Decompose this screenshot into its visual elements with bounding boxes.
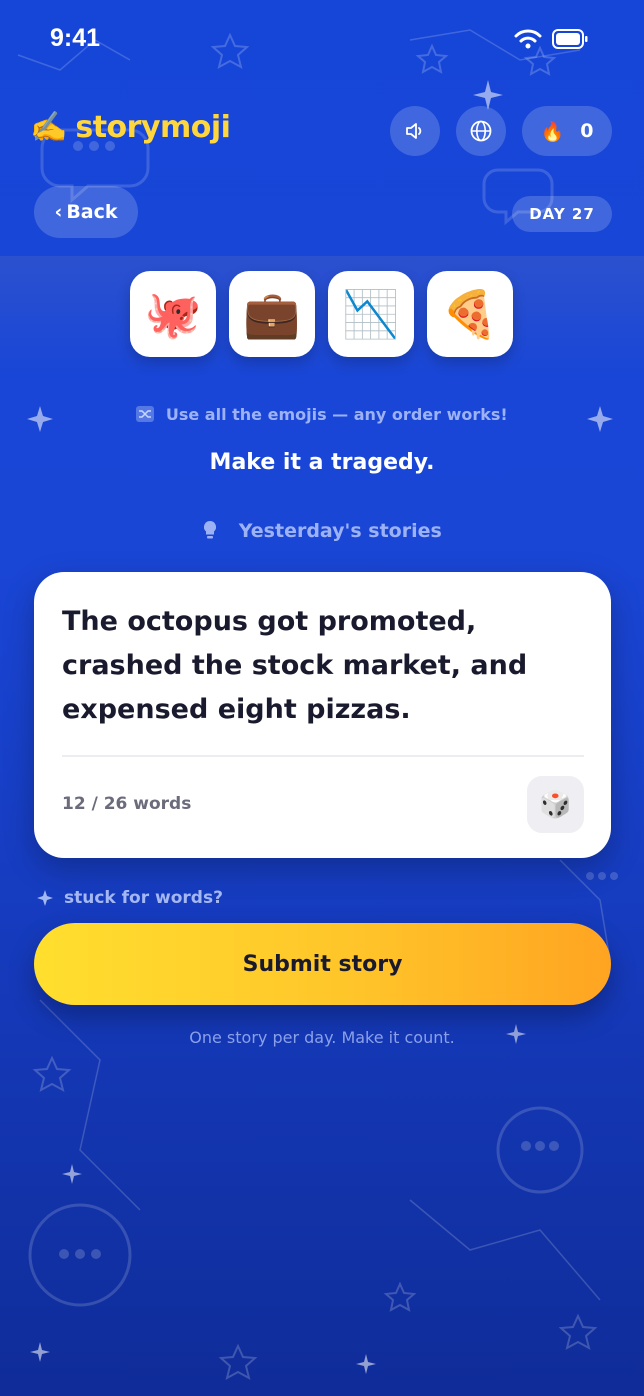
back-button[interactable]: ‹ Back bbox=[34, 186, 138, 238]
lightbulb-icon bbox=[204, 520, 217, 539]
sound-button[interactable] bbox=[390, 106, 440, 156]
back-label: Back bbox=[66, 201, 118, 223]
random-dice-button[interactable]: 🎲 bbox=[527, 776, 584, 833]
yesterday-stories-link[interactable]: Yesterday's stories bbox=[0, 520, 644, 542]
battery-icon bbox=[552, 29, 588, 49]
stuck-label: stuck for words? bbox=[64, 888, 223, 908]
emoji-tile-pizza: 🍕 bbox=[427, 271, 513, 357]
sub-header: ‹ Back DAY 27 bbox=[0, 186, 644, 242]
wifi-icon bbox=[514, 29, 542, 49]
speaker-icon bbox=[406, 123, 422, 139]
story-card: The octopus got promoted, crashed the st… bbox=[34, 572, 611, 858]
story-input[interactable]: The octopus got promoted, crashed the st… bbox=[62, 600, 582, 732]
story-prompt: Make it a tragedy. bbox=[209, 450, 435, 475]
card-divider bbox=[62, 755, 584, 757]
submit-story-button[interactable]: Submit story bbox=[34, 923, 611, 1005]
dice-icon: 🎲 bbox=[539, 789, 572, 820]
chevron-left-icon: ‹ bbox=[54, 201, 63, 223]
word-count: 12 / 26 words bbox=[62, 794, 192, 814]
status-icons bbox=[514, 28, 588, 50]
hint-row: Use all the emojis — any order works! bbox=[0, 405, 644, 424]
shuffle-icon bbox=[136, 406, 155, 422]
app-header: ✍️ storymoji 🔥 0 bbox=[0, 90, 644, 170]
language-button[interactable] bbox=[456, 106, 506, 156]
streak-count: 0 bbox=[580, 120, 594, 142]
app-logo: ✍️ storymoji bbox=[30, 110, 231, 145]
stuck-for-words-link[interactable]: stuck for words? bbox=[36, 888, 223, 908]
day-badge: DAY 27 bbox=[512, 196, 612, 232]
emoji-tile-octopus: 🐙 bbox=[130, 271, 216, 357]
emoji-row: 🐙 💼 📉 🍕 bbox=[130, 271, 513, 357]
hint-text: Use all the emojis — any order works! bbox=[165, 405, 508, 424]
globe-icon bbox=[470, 120, 492, 142]
yesterday-label: Yesterday's stories bbox=[238, 520, 442, 542]
sparkle-icon bbox=[37, 890, 53, 906]
status-bar: 9:41 bbox=[0, 0, 644, 80]
status-time: 9:41 bbox=[50, 24, 101, 52]
logo-text: storymoji bbox=[75, 110, 231, 145]
emoji-tile-chart-decreasing: 📉 bbox=[328, 271, 414, 357]
footnote: One story per day. Make it count. bbox=[189, 1028, 455, 1047]
fire-icon: 🔥 bbox=[540, 120, 565, 143]
streak-button[interactable]: 🔥 0 bbox=[522, 106, 612, 156]
emoji-tile-briefcase: 💼 bbox=[229, 271, 315, 357]
writing-hand-icon: ✍️ bbox=[30, 110, 68, 145]
